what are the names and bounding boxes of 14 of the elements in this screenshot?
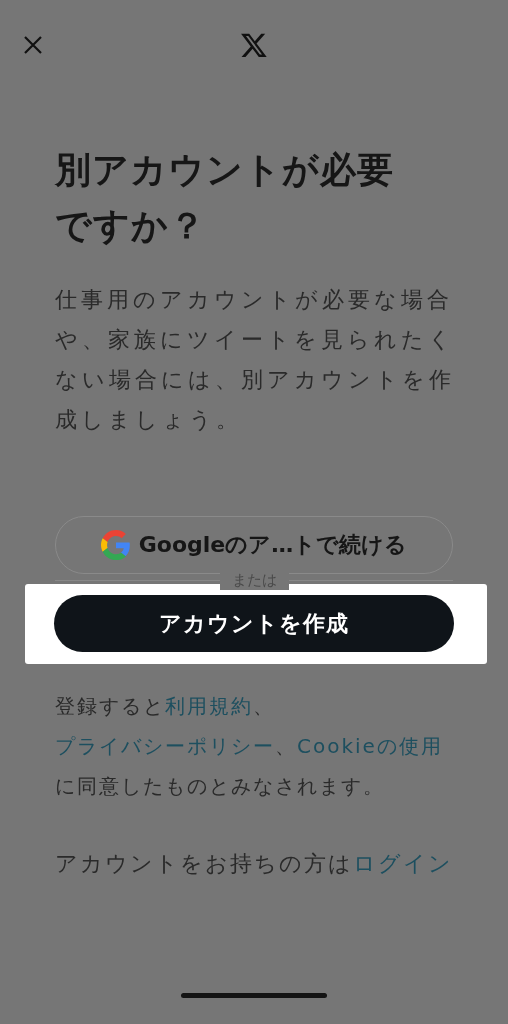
description-text: 仕事用のアカウントが必要な場合や、家族にツイートを見られたくない場合には、別アカウントを作成しましょう。 xyxy=(55,286,455,434)
google-sign-in-button[interactable]: Googleのア…トで続ける xyxy=(55,516,453,574)
link[interactable]: プライバシーポリシー xyxy=(55,734,275,758)
heading: 別アカウントが必要ですか？ xyxy=(55,148,395,248)
close-icon xyxy=(23,35,43,55)
link[interactable]: 利用規約 xyxy=(165,694,253,718)
close-button[interactable] xyxy=(23,35,43,55)
google-g-icon xyxy=(100,530,131,560)
link[interactable]: Cookieの使用 xyxy=(297,734,443,758)
login-prompt-text: アカウントをお持ちの方は ログイン xyxy=(55,850,454,878)
terms-text: 登録すると 利用規約、 プライバシーポリシー、Cookieの使用 に同意したものとみなされます。 xyxy=(55,693,444,800)
link[interactable]: ログイン xyxy=(353,851,453,876)
x-logo-icon xyxy=(240,31,268,59)
create-account-button[interactable]: アカウントを作成 xyxy=(54,595,454,652)
